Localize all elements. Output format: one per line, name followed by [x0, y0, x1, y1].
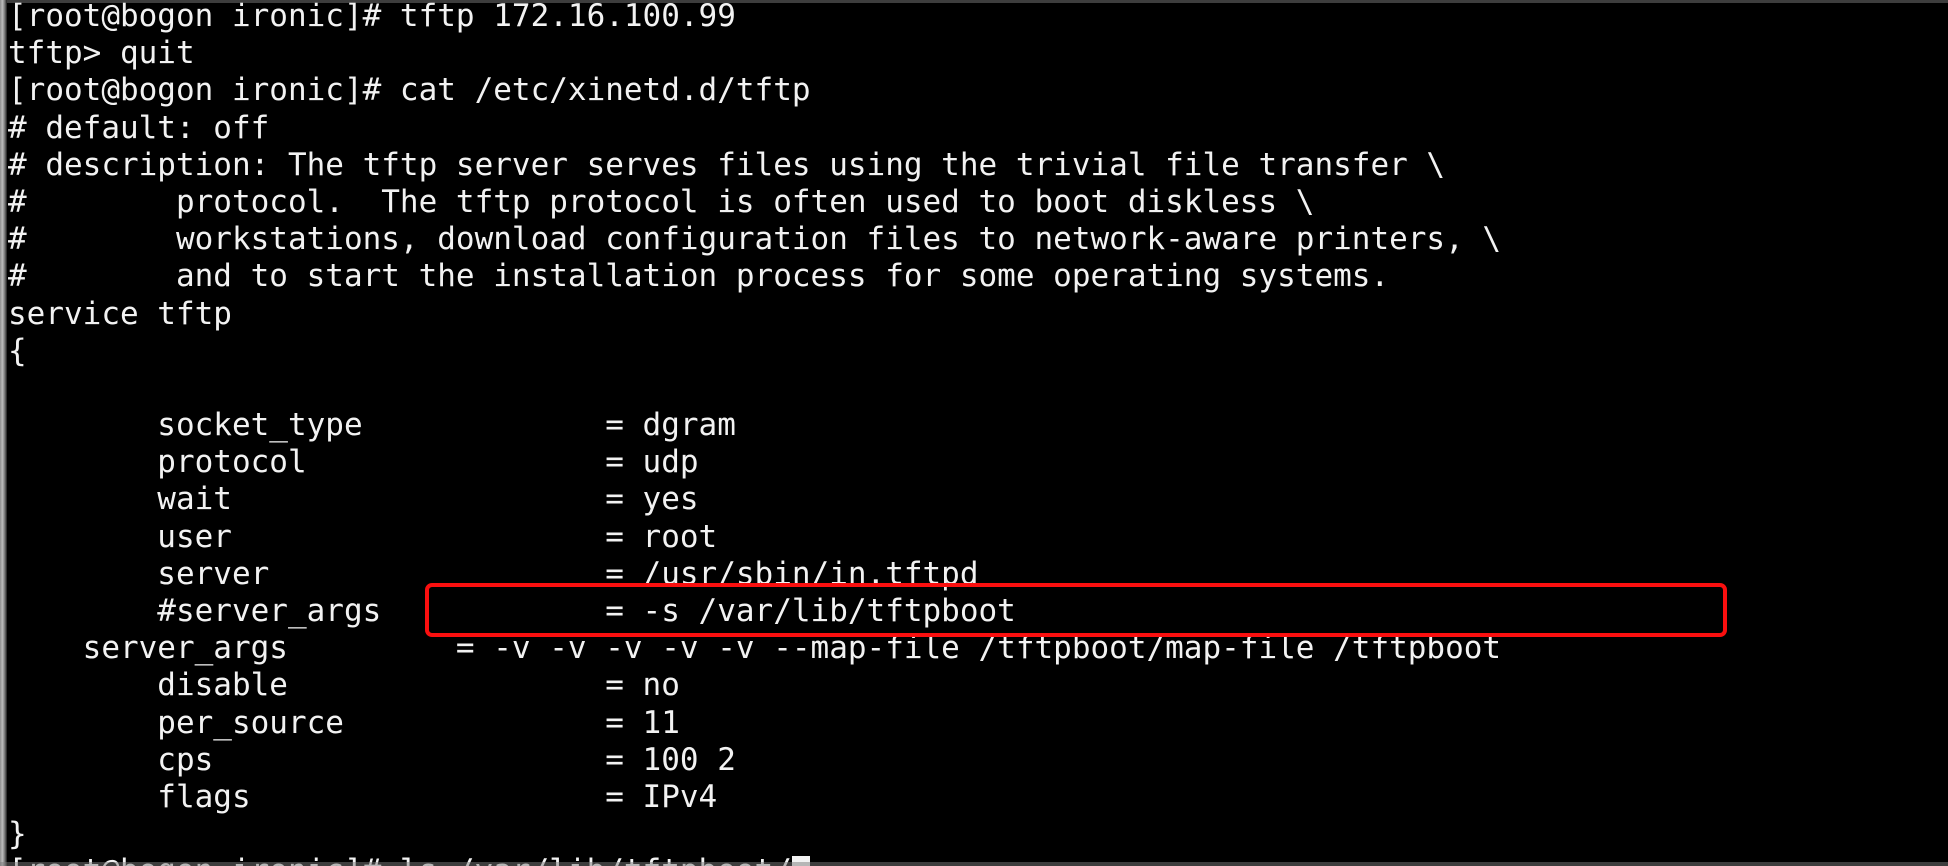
terminal-line: disable = no [8, 667, 680, 704]
terminal-line: server = /usr/sbin/in.tftpd [8, 555, 979, 592]
terminal-line: user = root [8, 518, 718, 555]
terminal-line: service tftp [8, 295, 232, 332]
terminal-line-highlighted: server_args = -v -v -v -v -v --map-file … [8, 630, 1502, 667]
terminal-line: [root@bogon ironic]# cat /etc/xinetd.d/t… [8, 72, 811, 109]
window-bottom-edge [0, 862, 1948, 866]
terminal-line: # description: The tftp server serves fi… [8, 146, 1446, 183]
terminal-window[interactable]: [root@bogon ironic]# tftp 172.16.100.99 … [0, 0, 1948, 866]
terminal-line: # workstations, download configuration f… [8, 221, 1502, 258]
terminal-line: flags = IPv4 [8, 778, 718, 815]
window-left-edge [0, 0, 7, 866]
terminal-line: { [8, 332, 27, 369]
terminal-line: # protocol. The tftp protocol is often u… [8, 183, 1315, 220]
terminal-line: socket_type = dgram [8, 407, 736, 444]
terminal-line: #server_args = -s /var/lib/tftpboot [8, 593, 1016, 629]
terminal-line: wait = yes [8, 481, 699, 518]
terminal-line: # and to start the installation process … [8, 258, 1390, 295]
terminal-line: cps = 100 2 [8, 741, 736, 778]
terminal-line: per_source = 11 [8, 704, 680, 741]
terminal-line: protocol = udp [8, 444, 699, 481]
terminal-line: tftp> quit [8, 35, 195, 72]
terminal-output[interactable]: [root@bogon ironic]# tftp 172.16.100.99 … [8, 0, 1943, 866]
terminal-line: # default: off [8, 109, 270, 146]
terminal-line: [root@bogon ironic]# tftp 172.16.100.99 [8, 0, 736, 34]
terminal-line: } [8, 816, 27, 853]
window-top-edge [0, 0, 1948, 3]
